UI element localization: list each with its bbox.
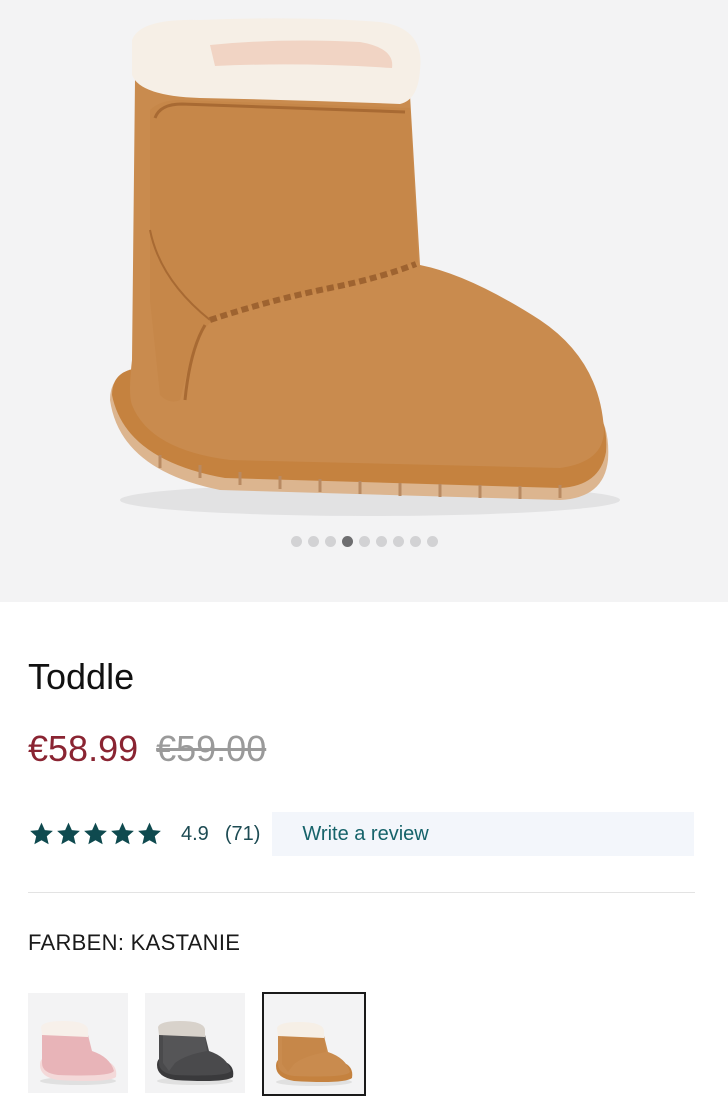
boot-thumbnail-pink <box>40 1021 117 1085</box>
carousel-dot[interactable] <box>426 536 438 547</box>
carousel-pagination[interactable] <box>0 536 728 547</box>
rating-value: 4.9 <box>181 822 209 845</box>
product-image-carousel[interactable] <box>0 0 728 602</box>
carousel-dot[interactable] <box>392 536 404 547</box>
rating-row: 4.9 (71) Write a review <box>28 812 694 856</box>
product-title: Toddle <box>28 656 135 697</box>
divider <box>28 892 695 893</box>
swatch-pink[interactable] <box>28 993 128 1093</box>
boot-thumbnail-chestnut <box>276 1022 353 1086</box>
sale-price: €58.99 <box>28 728 139 769</box>
star-rating[interactable] <box>28 821 163 847</box>
rating-count[interactable]: (71) <box>225 823 261 846</box>
swatch-charcoal[interactable] <box>145 993 245 1093</box>
boot-thumbnail-charcoal <box>157 1021 234 1085</box>
carousel-dot[interactable] <box>409 536 421 547</box>
write-review-link[interactable]: Write a review <box>302 823 428 846</box>
star-icon <box>57 822 80 845</box>
carousel-dot-active[interactable] <box>341 536 353 547</box>
original-price: €59.00 <box>156 728 267 769</box>
star-icon <box>84 822 107 845</box>
star-icon <box>111 822 134 845</box>
carousel-dot[interactable] <box>307 536 319 547</box>
star-icon <box>138 822 161 845</box>
color-label: FARBEN: KASTANIE <box>28 930 241 955</box>
price-row: €58.99 €59.00 <box>28 728 266 770</box>
carousel-dot[interactable] <box>375 536 387 547</box>
star-icon <box>30 822 53 845</box>
carousel-dot[interactable] <box>358 536 370 547</box>
carousel-dot[interactable] <box>290 536 302 547</box>
product-image-boot <box>110 18 620 516</box>
carousel-dot[interactable] <box>324 536 336 547</box>
swatch-chestnut[interactable] <box>262 992 366 1096</box>
color-swatches <box>28 992 383 1096</box>
